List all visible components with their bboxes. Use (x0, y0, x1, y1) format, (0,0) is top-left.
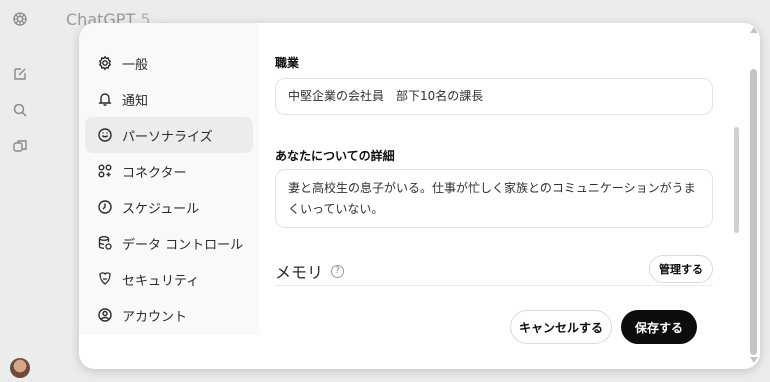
openai-logo-icon[interactable] (11, 10, 29, 28)
personalize-panel: 職業 中堅企業の会社員 部下10名の課長 あなたについての詳細 妻と高校生の息子… (275, 23, 736, 335)
nav-label: データ コントロール (122, 237, 244, 253)
nav-label: 通知 (122, 93, 149, 109)
avatar[interactable] (10, 358, 30, 378)
connectors-icon (96, 162, 114, 180)
search-icon[interactable] (11, 101, 29, 119)
scrollbar-thumb[interactable] (750, 69, 757, 355)
nav-label: スケジュール (122, 201, 200, 217)
occupation-label: 職業 (275, 56, 300, 70)
about-you-field[interactable]: 妻と高校生の息子がいる。仕事が忙しく家族とのコミュニケーションがうまくいっていな… (275, 169, 713, 228)
nav-label: コネクター (122, 165, 187, 181)
cancel-button[interactable]: キャンセルする (510, 310, 612, 344)
settings-dialog: 一般 通知 パーソナライズ コネクター スケジュール データ コントロール セキ… (79, 23, 760, 369)
about-you-label: あなたについての詳細 (275, 149, 395, 163)
nav-label: セキュリティ (122, 273, 200, 289)
memory-label: メモリ (275, 263, 324, 282)
nav-label: アカウント (122, 309, 188, 325)
database-icon (96, 234, 114, 252)
scroll-up-icon[interactable] (750, 27, 758, 33)
nav-item-schedule[interactable]: スケジュール (85, 189, 253, 225)
nav-item-account[interactable]: アカウント (85, 297, 253, 333)
manage-memory-button[interactable]: 管理する (649, 255, 713, 283)
clock-icon (96, 198, 114, 216)
nav-item-general[interactable]: 一般 (85, 45, 253, 81)
nav-label: 一般 (122, 57, 149, 73)
nav-item-data-controls[interactable]: データ コントロール (85, 225, 253, 261)
nav-item-security[interactable]: セキュリティ (85, 261, 253, 297)
nav-item-personalize[interactable]: パーソナライズ (85, 117, 253, 153)
save-button[interactable]: 保存する (621, 310, 697, 344)
memory-heading: メモリ ? (275, 259, 345, 283)
nav-item-connectors[interactable]: コネクター (85, 153, 253, 189)
nav-label: パーソナライズ (122, 129, 213, 145)
page-scrollbar[interactable] (747, 23, 760, 369)
settings-nav: 一般 通知 パーソナライズ コネクター スケジュール データ コントロール セキ… (79, 23, 259, 335)
left-rail (0, 0, 40, 382)
bell-icon (96, 90, 114, 108)
security-icon (96, 270, 114, 288)
divider (275, 285, 713, 286)
occupation-field[interactable]: 中堅企業の会社員 部下10名の課長 (275, 78, 713, 115)
account-icon (96, 306, 114, 324)
nav-item-notifications[interactable]: 通知 (85, 81, 253, 117)
new-chat-icon[interactable] (11, 65, 29, 83)
scroll-down-icon[interactable] (750, 357, 758, 363)
library-icon[interactable] (11, 137, 29, 155)
gear-icon (96, 54, 114, 72)
help-icon[interactable]: ? (331, 264, 345, 278)
content-scrollbar[interactable] (734, 127, 739, 233)
personalize-icon (96, 126, 114, 144)
